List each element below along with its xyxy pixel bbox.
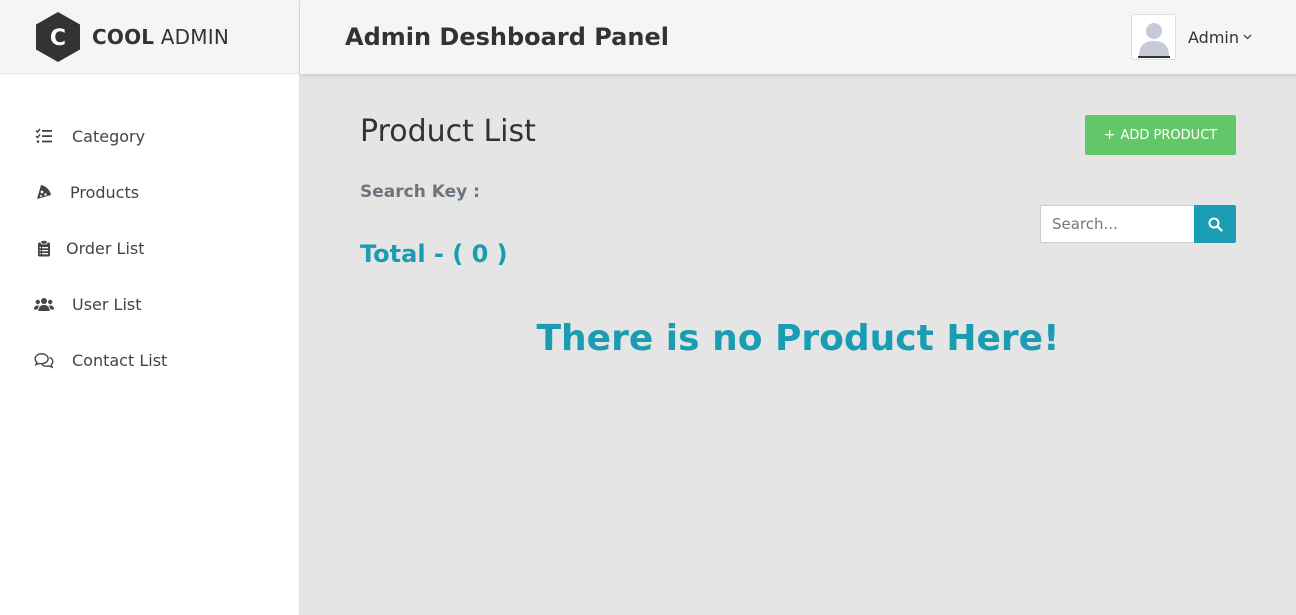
sidebar-item-label: Category xyxy=(72,126,146,146)
main-content: Product List + ADD PRODUCT Search Key : … xyxy=(300,74,1296,615)
sidebar-item-label: Products xyxy=(70,182,140,202)
search-input[interactable] xyxy=(1040,205,1194,243)
pizza-icon xyxy=(34,182,54,202)
sidebar-item-contact-list[interactable]: Contact List xyxy=(0,332,299,388)
search-icon xyxy=(1208,217,1223,232)
plus-icon: + xyxy=(1103,127,1116,143)
sidebar-item-category[interactable]: Category xyxy=(0,108,299,164)
sidebar-item-order-list[interactable]: Order List xyxy=(0,220,299,276)
user-menu[interactable]: Admin xyxy=(1131,14,1252,60)
logo-letter: C xyxy=(50,26,66,51)
users-icon xyxy=(34,294,54,314)
sidebar-item-label: Order List xyxy=(66,238,145,258)
add-product-label: ADD PRODUCT xyxy=(1120,127,1218,143)
sidebar-item-products[interactable]: Products xyxy=(0,164,299,220)
sidebar-item-label: User List xyxy=(72,294,142,314)
empty-state-message: There is no Product Here! xyxy=(536,318,1060,359)
logo-text-bold: COOL xyxy=(92,24,155,49)
sidebar-nav: Category Products Order List User List C… xyxy=(0,74,299,388)
logo[interactable]: C COOL ADMIN xyxy=(0,0,299,74)
search-button[interactable] xyxy=(1194,205,1236,243)
comments-icon xyxy=(34,350,54,370)
sidebar-item-label: Contact List xyxy=(72,350,168,370)
sidebar: C COOL ADMIN Category Products Order Lis… xyxy=(0,0,300,615)
page-title: Product List xyxy=(360,114,536,149)
total-count: Total - ( 0 ) xyxy=(360,240,508,268)
add-product-button[interactable]: + ADD PRODUCT xyxy=(1085,115,1236,155)
logo-text: COOL ADMIN xyxy=(92,25,229,49)
top-header: Admin Deshboard Panel Admin xyxy=(300,0,1296,74)
chevron-down-icon[interactable] xyxy=(1243,32,1252,43)
logo-text-rest: ADMIN xyxy=(160,24,229,49)
page-header-title: Admin Deshboard Panel xyxy=(345,23,669,51)
search-key-label: Search Key : xyxy=(360,182,480,202)
sidebar-item-user-list[interactable]: User List xyxy=(0,276,299,332)
search-form xyxy=(1040,205,1236,243)
user-silhouette-icon xyxy=(1133,17,1174,59)
clipboard-icon xyxy=(34,238,54,258)
avatar[interactable] xyxy=(1131,14,1176,60)
logo-hex-icon: C xyxy=(34,11,82,63)
user-name[interactable]: Admin xyxy=(1188,28,1239,47)
list-check-icon xyxy=(34,126,54,146)
